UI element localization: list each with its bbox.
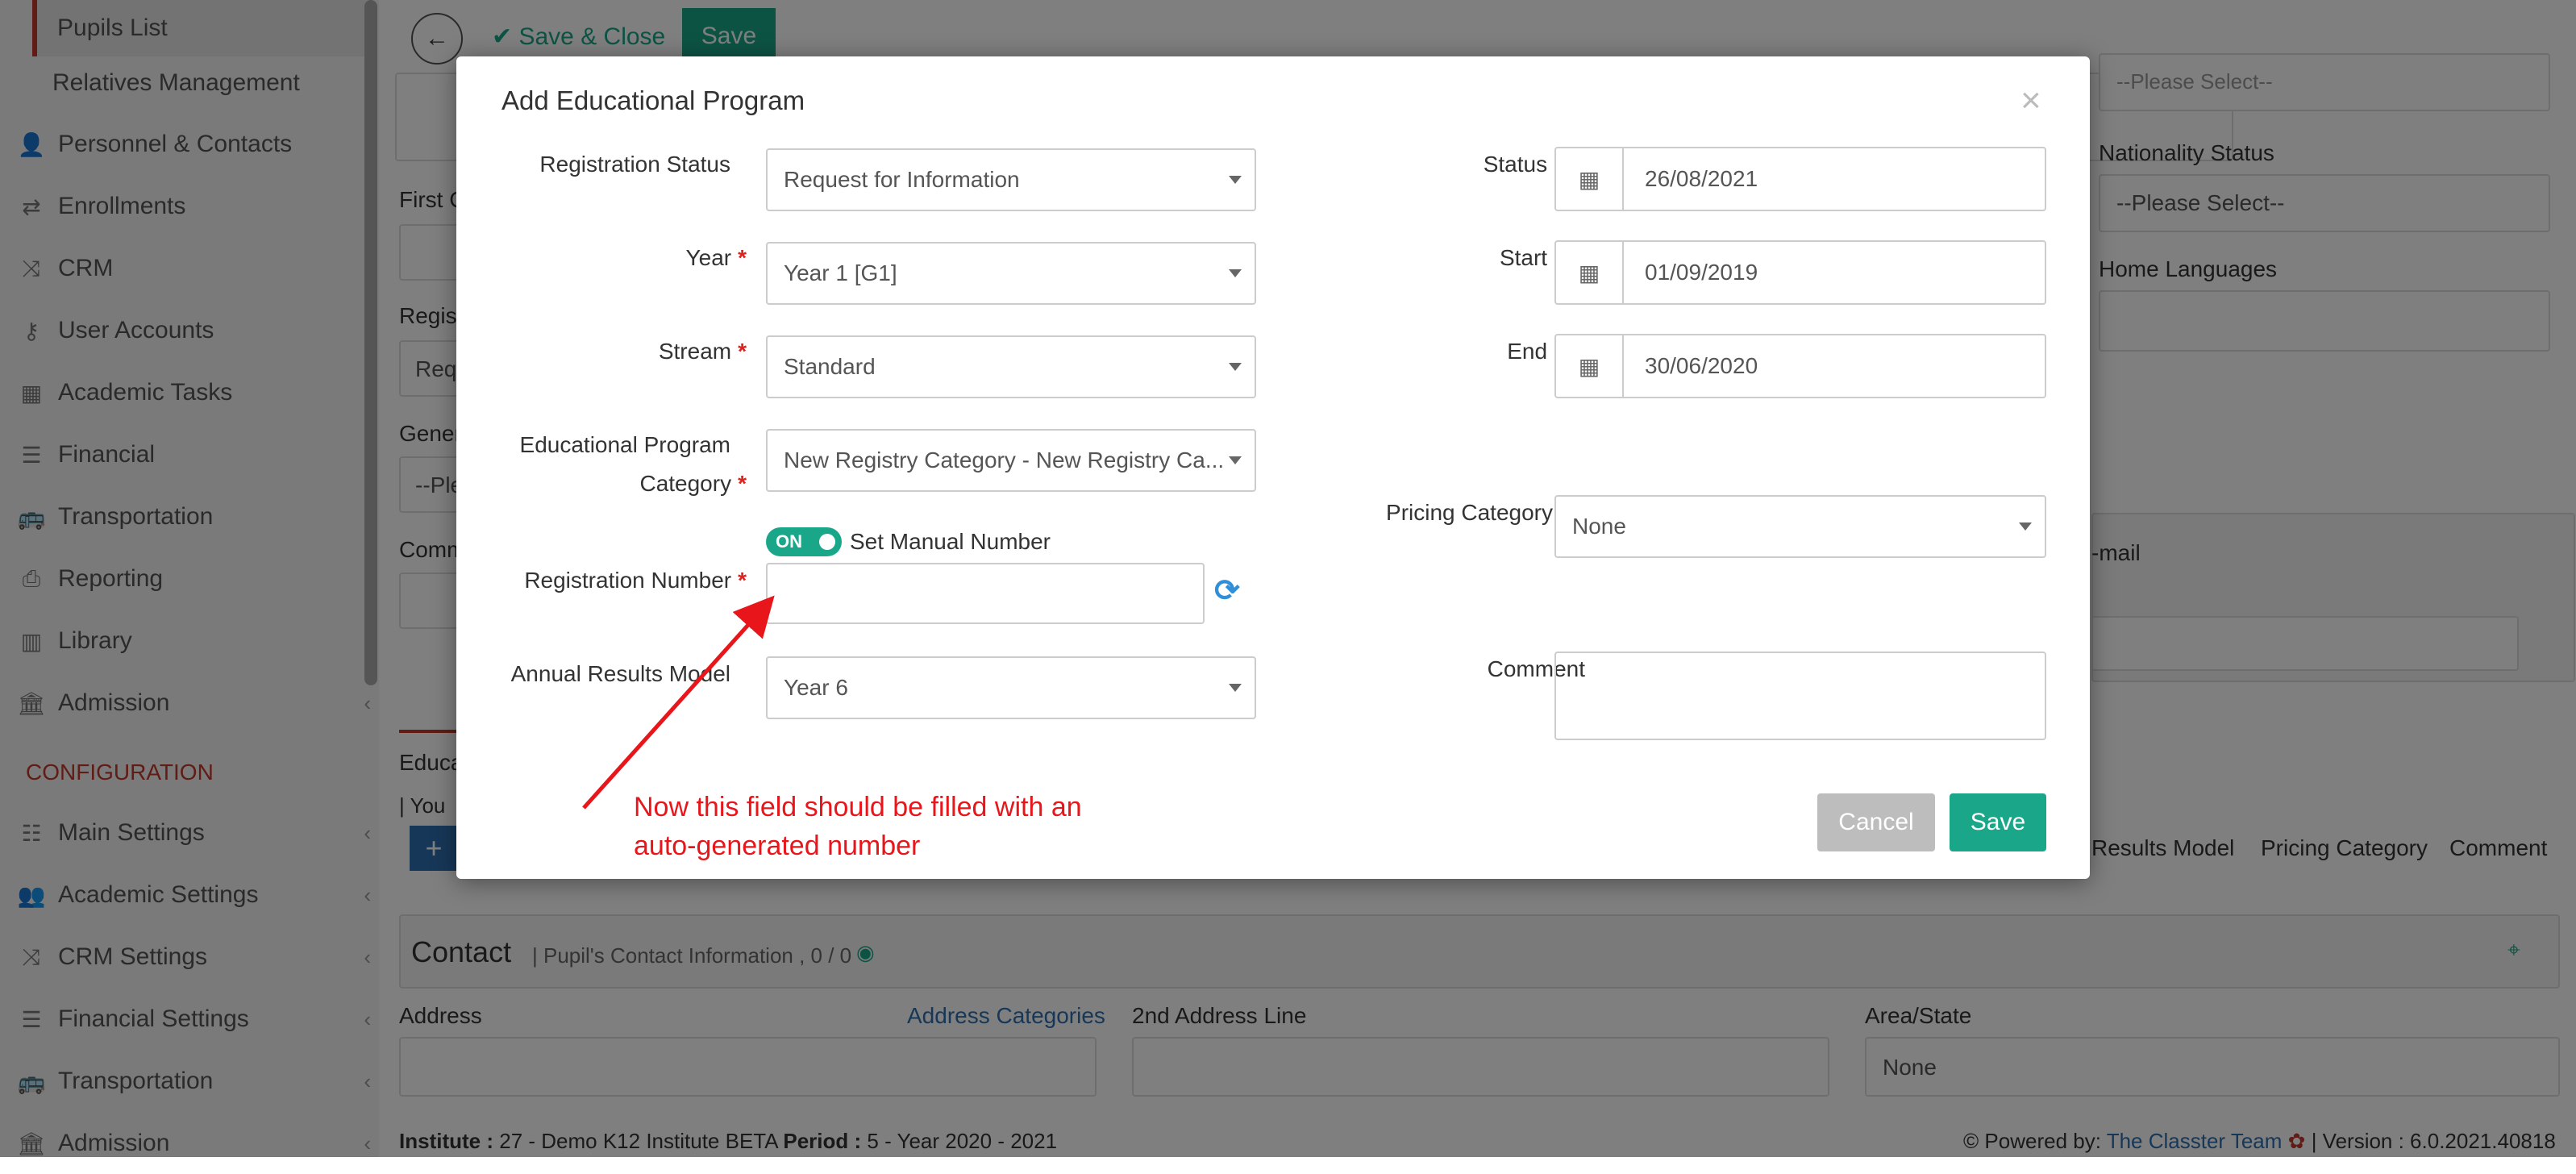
annotation-line2: auto-generated number xyxy=(634,831,921,861)
annotation-line1: Now this field should be filled with an xyxy=(634,792,1082,822)
add-educational-program-modal: Add Educational Program × Registration S… xyxy=(456,56,2090,879)
annotation-arrow xyxy=(582,595,775,810)
